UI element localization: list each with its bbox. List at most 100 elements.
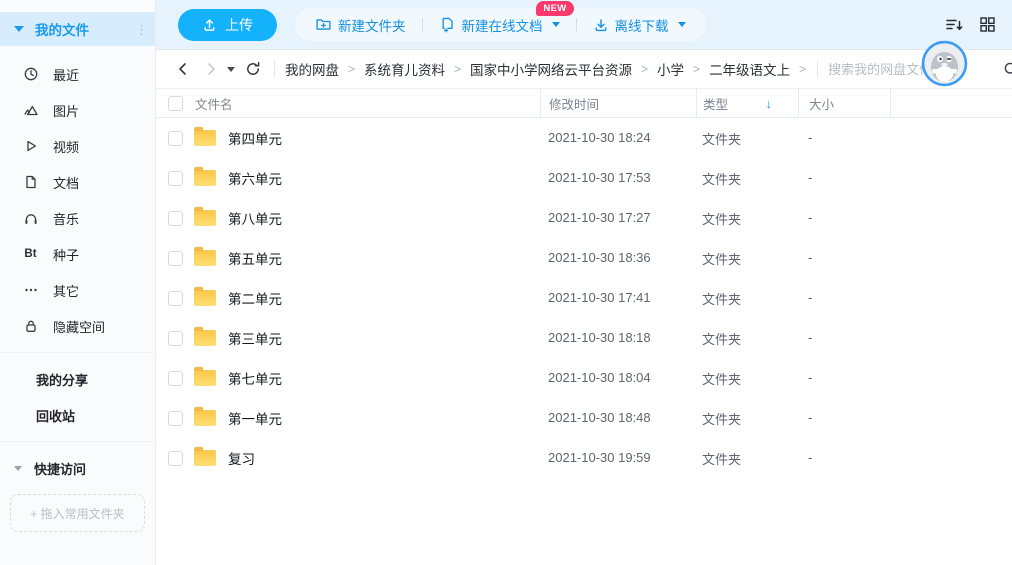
sidebar-item-videos[interactable]: 视频 [0,128,155,164]
column-header-modified[interactable]: 修改时间 [540,88,696,118]
table-row[interactable]: 复习 2021-10-30 19:59 文件夹 - [156,438,1012,478]
column-label-type: 类型 [703,94,728,113]
file-modified: 2021-10-30 17:41 [548,290,651,305]
file-name[interactable]: 第四单元 [228,128,282,148]
magnifier-icon[interactable] [1000,58,1012,80]
sort-desc-icon[interactable]: ↓ [766,96,773,111]
sidebar-item-recent[interactable]: 最近 [0,56,155,92]
sidebar-item-quick-access[interactable]: 快捷访问 [0,450,155,486]
file-name[interactable]: 第五单元 [228,248,282,268]
refresh-icon[interactable] [242,58,264,80]
file-size: - [808,330,812,345]
file-name[interactable]: 第七单元 [228,368,282,388]
table-row[interactable]: 第七单元 2021-10-30 18:04 文件夹 - [156,358,1012,398]
table-row[interactable]: 第五单元 2021-10-30 18:36 文件夹 - [156,238,1012,278]
column-header-name[interactable]: 文件名 [156,94,540,113]
row-checkbox[interactable] [168,411,183,426]
file-size: - [808,130,812,145]
my-files-label: 我的文件 [35,19,135,39]
breadcrumb-item-current[interactable]: 二年级语文上 [709,59,790,79]
row-checkbox[interactable] [168,211,183,226]
sidebar-item-my-files[interactable]: 我的文件 ⋮ [0,12,155,46]
grid-view-icon[interactable] [979,16,996,33]
sidebar-item-label: 隐藏空间 [53,317,105,336]
new-doc-icon [439,16,456,33]
sidebar-item-pictures[interactable]: 图片 [0,92,155,128]
row-checkbox[interactable] [168,371,183,386]
row-checkbox[interactable] [168,291,183,306]
toolbar-separator [422,18,423,32]
file-name[interactable]: 第三单元 [228,328,282,348]
sort-list-icon[interactable] [945,16,964,34]
sidebar-category-list: 最近 图片 视频 文档 [0,46,155,344]
sidebar-item-recycle-bin[interactable]: 回收站 [0,397,155,433]
new-folder-label: 新建文件夹 [338,15,406,35]
sidebar-item-torrents[interactable]: Bt 种子 [0,236,155,272]
table-row[interactable]: 第二单元 2021-10-30 17:41 文件夹 - [156,278,1012,318]
file-modified: 2021-10-30 19:59 [548,450,651,465]
file-type: 文件夹 [702,289,741,308]
row-checkbox[interactable] [168,451,183,466]
file-type: 文件夹 [702,449,741,468]
new-online-doc-label: 新建在线文档 [462,15,543,35]
file-modified: 2021-10-30 17:53 [548,170,651,185]
search-box [828,58,998,80]
file-name[interactable]: 第八单元 [228,208,282,228]
history-caret-icon[interactable] [224,58,238,80]
offline-download-button[interactable]: 离线下载 [589,15,690,35]
quick-access-label: 快捷访问 [34,459,86,478]
expand-triangle-icon[interactable] [14,26,24,32]
sidebar-item-my-shares[interactable]: 我的分享 [0,361,155,397]
dropzone-hint: + 拖入常用文件夹 [30,505,124,522]
table-row[interactable]: 第一单元 2021-10-30 18:48 文件夹 - [156,398,1012,438]
sidebar-item-documents[interactable]: 文档 [0,164,155,200]
breadcrumb-bar: 我的网盘 > 系统育儿资料 > 国家中小学网络云平台资源 > 小学 > 二年级语… [156,50,1012,88]
file-name[interactable]: 复习 [228,448,255,468]
file-name[interactable]: 第一单元 [228,408,282,428]
more-menu-icon[interactable]: ⋮ [135,27,141,32]
offline-download-label: 离线下载 [615,15,669,35]
breadcrumb-item[interactable]: 国家中小学网络云平台资源 [470,59,632,79]
new-folder-button[interactable]: 新建文件夹 [311,15,410,35]
table-row[interactable]: 第四单元 2021-10-30 18:24 文件夹 - [156,118,1012,158]
breadcrumb-item[interactable]: 系统育儿资料 [364,59,445,79]
divider [274,60,275,78]
sidebar-item-music[interactable]: 音乐 [0,200,155,236]
column-header-extra [890,88,1012,118]
breadcrumb-separator: > [348,62,355,76]
file-name[interactable]: 第六单元 [228,168,282,188]
select-all-checkbox[interactable] [168,96,183,111]
quick-access-dropzone[interactable]: + 拖入常用文件夹 [10,494,145,532]
expand-triangle-icon[interactable] [14,466,22,471]
sidebar-item-hidden-space[interactable]: 隐藏空间 [0,308,155,344]
row-checkbox[interactable] [168,171,183,186]
column-label-size: 大小 [809,94,834,113]
sidebar-item-label: 图片 [53,101,79,120]
file-name[interactable]: 第二单元 [228,288,282,308]
new-online-doc-button[interactable]: NEW 新建在线文档 [435,15,564,35]
upload-button[interactable]: 上传 [178,9,277,41]
sidebar-divider [0,441,155,442]
lock-icon [22,318,39,335]
download-icon [593,17,609,33]
cloud-drive-app: 我的文件 ⋮ 最近 图片 视频 [0,0,1012,565]
video-icon [22,138,39,155]
forward-icon[interactable] [200,58,222,80]
column-label-modified: 修改时间 [549,94,599,113]
bt-icon: Bt [22,246,39,263]
table-row[interactable]: 第八单元 2021-10-30 17:27 文件夹 - [156,198,1012,238]
row-checkbox[interactable] [168,251,183,266]
column-header-type[interactable]: 类型 ↓ [696,88,798,118]
breadcrumb-item[interactable]: 小学 [657,59,684,79]
column-header-size[interactable]: 大小 [798,88,890,118]
row-checkbox[interactable] [168,131,183,146]
table-row[interactable]: 第六单元 2021-10-30 17:53 文件夹 - [156,158,1012,198]
row-checkbox[interactable] [168,331,183,346]
file-size: - [808,370,812,385]
back-icon[interactable] [172,58,194,80]
sidebar-item-others[interactable]: 其它 [0,272,155,308]
file-type: 文件夹 [702,329,741,348]
breadcrumb-item[interactable]: 我的网盘 [285,59,339,79]
table-row[interactable]: 第三单元 2021-10-30 18:18 文件夹 - [156,318,1012,358]
avatar[interactable] [921,40,968,87]
